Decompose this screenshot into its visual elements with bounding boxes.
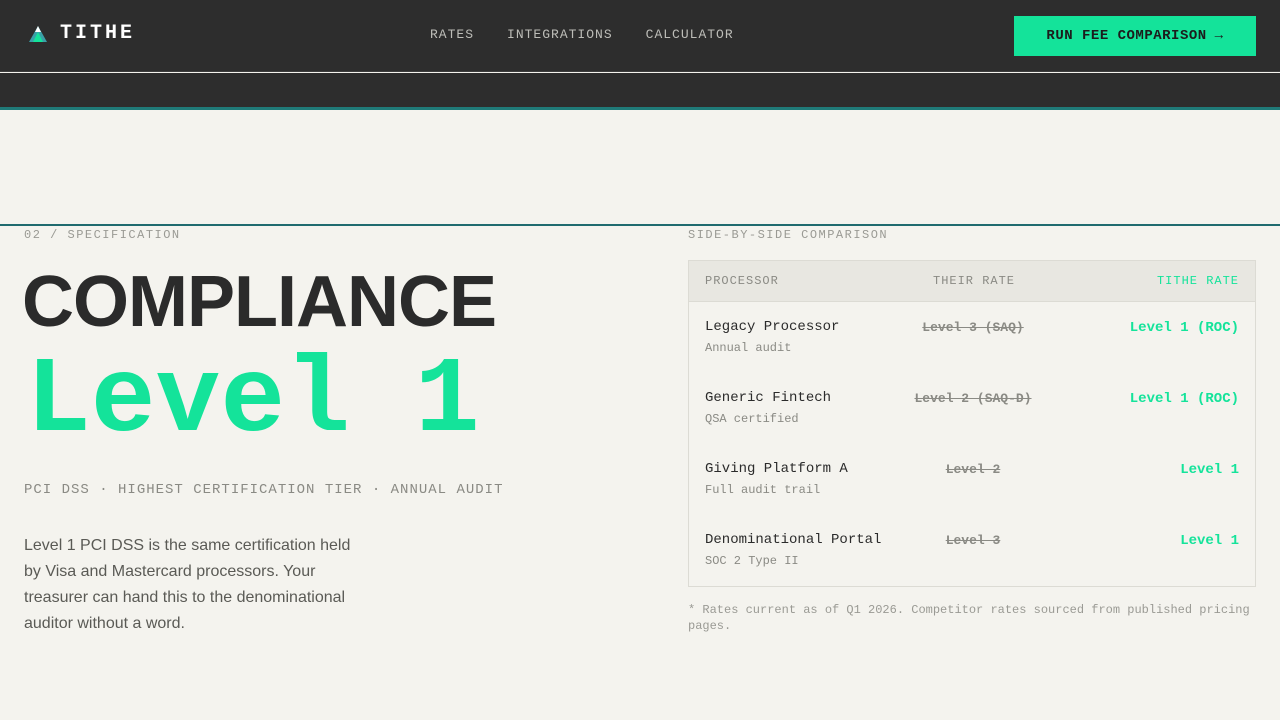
- table-row: Denominational Portal SOC 2 Type II Leve…: [689, 515, 1255, 586]
- section-eyebrow: 02 / SPECIFICATION: [24, 228, 181, 242]
- table-row: Giving Platform A Full audit trail Level…: [689, 444, 1255, 515]
- comparison-eyebrow: SIDE-BY-SIDE COMPARISON: [688, 228, 889, 242]
- their-rate: Level 3: [945, 533, 1001, 548]
- cta-label: RUN FEE COMPARISON: [1046, 28, 1207, 44]
- tithe-rate: Level 1 (ROC): [1129, 391, 1239, 407]
- processor-name: Denominational Portal: [705, 532, 882, 548]
- brand-name: TITHE: [60, 22, 136, 45]
- header-their-rate: THEIR RATE: [933, 274, 1016, 288]
- run-fee-comparison-button[interactable]: RUN FEE COMPARISON →: [1014, 16, 1256, 56]
- processor-detail: Full audit trail: [705, 483, 821, 497]
- tithe-rate: Level 1: [1180, 462, 1239, 478]
- their-rate: Level 3 (SAQ): [922, 320, 1024, 335]
- their-rate: Level 2: [945, 462, 1001, 477]
- tithe-rate: Level 1 (ROC): [1129, 320, 1239, 336]
- processor-detail: QSA certified: [705, 412, 799, 426]
- header-subbar: [0, 73, 1280, 110]
- compliance-meta: PCI DSS · HIGHEST CERTIFICATION TIER · A…: [24, 482, 504, 498]
- nav-link-integrations[interactable]: INTEGRATIONS: [507, 27, 613, 42]
- section-headline: COMPLIANCE: [22, 262, 497, 342]
- main-nav: RATES INTEGRATIONS CALCULATOR: [430, 27, 734, 42]
- mountain-logo-icon: [29, 25, 47, 42]
- processor-detail: Annual audit: [705, 341, 792, 355]
- processor-detail: SOC 2 Type II: [705, 554, 799, 568]
- table-row: Generic Fintech QSA certified Level 2 (S…: [689, 373, 1255, 444]
- compliance-level: Level 1: [26, 341, 480, 463]
- section-divider: [0, 224, 1280, 226]
- processor-name: Giving Platform A: [705, 461, 848, 477]
- top-navigation-bar: TITHE RATES INTEGRATIONS CALCULATOR RUN …: [0, 0, 1280, 72]
- comparison-table: PROCESSOR THEIR RATE TITHE RATE Legacy P…: [688, 260, 1256, 587]
- nav-link-rates[interactable]: RATES: [430, 27, 474, 42]
- processor-name: Legacy Processor: [705, 319, 840, 335]
- header-processor: PROCESSOR: [705, 274, 779, 288]
- header-tithe-rate: TITHE RATE: [1156, 274, 1239, 288]
- arrow-right-icon: →: [1214, 28, 1224, 44]
- table-header: PROCESSOR THEIR RATE TITHE RATE: [689, 261, 1255, 302]
- their-rate: Level 2 (SAQ-D): [914, 391, 1032, 406]
- processor-name: Generic Fintech: [705, 390, 832, 406]
- comparison-footnote: * Rates current as of Q1 2026. Competito…: [688, 603, 1250, 633]
- nav-link-calculator[interactable]: CALCULATOR: [646, 27, 734, 42]
- tithe-rate: Level 1: [1180, 533, 1239, 549]
- brand-logo[interactable]: TITHE: [28, 22, 135, 45]
- table-row: Legacy Processor Annual audit Level 3 (S…: [689, 302, 1255, 373]
- compliance-description: Level 1 PCI DSS is the same certificatio…: [24, 537, 351, 632]
